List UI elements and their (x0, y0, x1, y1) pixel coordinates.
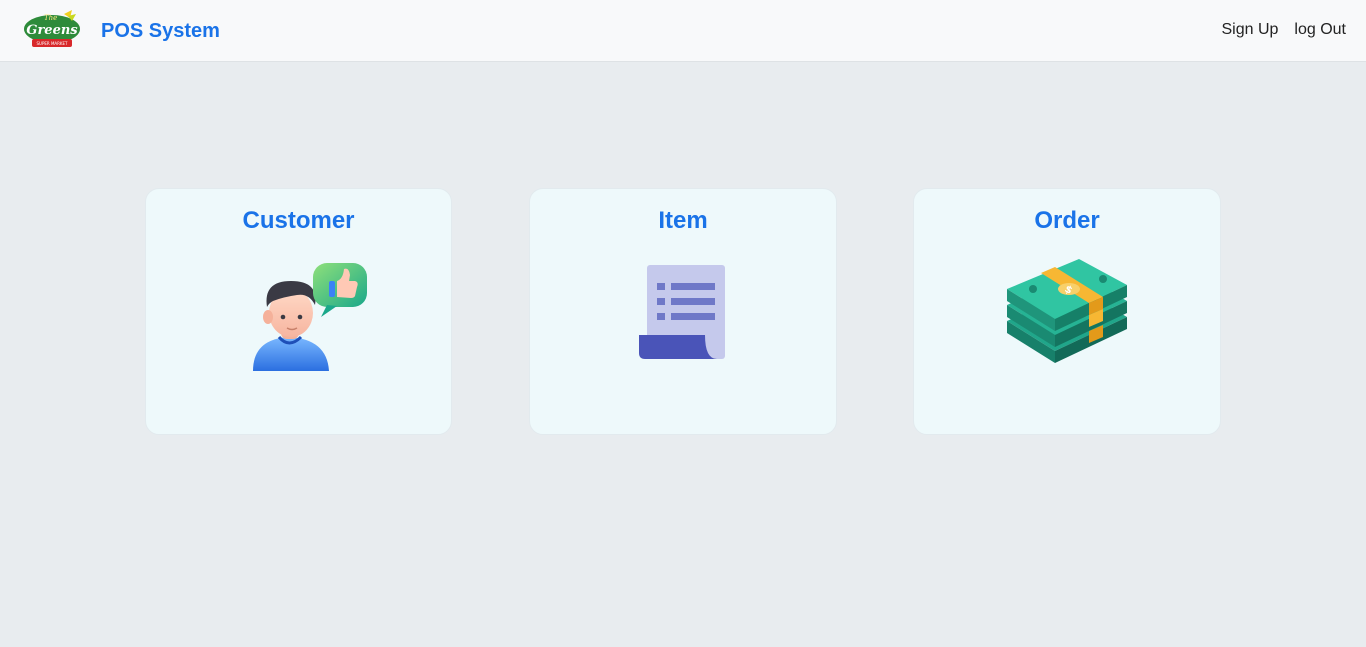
document-list-icon (639, 263, 727, 361)
order-card[interactable]: Order $ (913, 188, 1221, 435)
svg-text:The: The (44, 14, 57, 22)
money-stack-icon: $ (1005, 259, 1129, 365)
customer-card[interactable]: Customer (145, 188, 452, 435)
order-card-title: Order (1034, 207, 1100, 234)
brand-title[interactable]: POS System (101, 19, 220, 43)
item-card-title: Item (658, 207, 708, 234)
log-out-link[interactable]: log Out (1294, 20, 1346, 40)
navbar: The Greens SUPER MARKET POS System Sign … (0, 0, 1366, 61)
item-card[interactable]: Item (529, 188, 837, 435)
customer-card-title: Customer (242, 207, 355, 234)
svg-text:Greens: Greens (26, 23, 78, 38)
nav-links: Sign Up log Out (1221, 20, 1346, 40)
the-greens-logo[interactable]: The Greens SUPER MARKET (14, 8, 92, 50)
svg-text:SUPER MARKET: SUPER MARKET (36, 41, 68, 46)
customer-thumbs-up-icon (243, 251, 367, 373)
sign-up-link[interactable]: Sign Up (1221, 20, 1278, 40)
